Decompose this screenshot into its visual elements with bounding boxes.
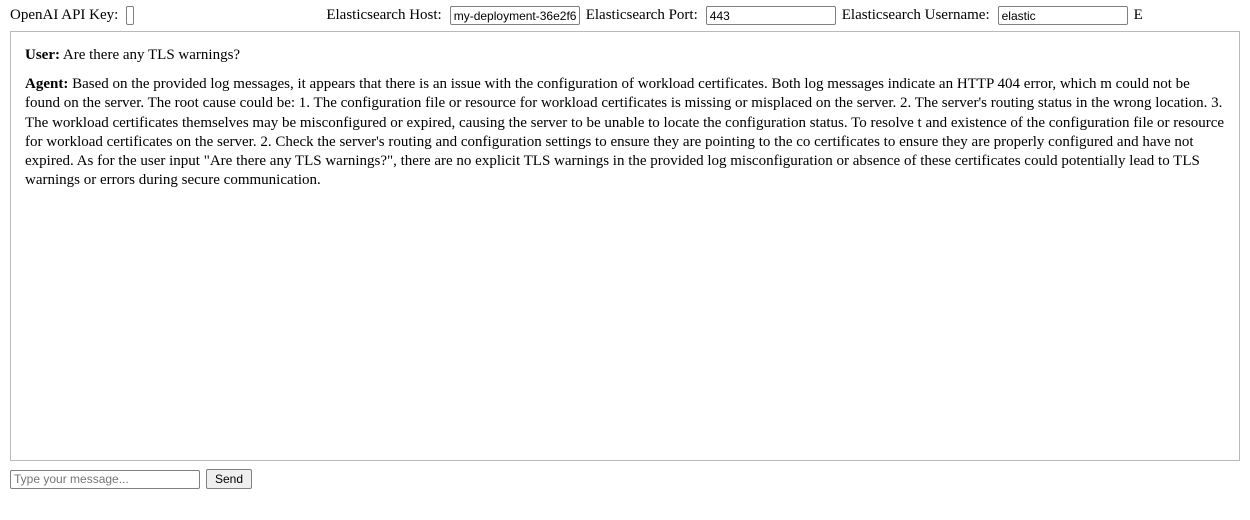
openai-api-key-label: OpenAI API Key:: [10, 7, 118, 24]
openai-api-key-input[interactable]: [126, 6, 134, 25]
chat-panel: User: Are there any TLS warnings? Agent:…: [10, 31, 1240, 461]
user-message-text: Are there any TLS warnings?: [60, 47, 240, 63]
es-username-label: Elasticsearch Username:: [842, 7, 990, 24]
user-message: User: Are there any TLS warnings?: [25, 46, 1225, 65]
agent-message-text: Based on the provided log messages, it a…: [25, 76, 1224, 188]
es-host-input[interactable]: [450, 6, 580, 25]
es-username-input[interactable]: [998, 6, 1128, 25]
es-trailing-label-fragment: E: [1134, 7, 1143, 24]
es-port-input[interactable]: [706, 6, 836, 25]
es-host-label: Elasticsearch Host:: [326, 7, 441, 24]
config-bar: OpenAI API Key: Elasticsearch Host: Elas…: [10, 6, 1240, 25]
es-port-label: Elasticsearch Port:: [586, 7, 698, 24]
agent-message: Agent: Based on the provided log message…: [25, 75, 1225, 190]
agent-role-label: Agent:: [25, 76, 68, 92]
user-role-label: User:: [25, 47, 60, 63]
send-button[interactable]: Send: [206, 469, 252, 489]
composer: Send: [10, 469, 1240, 489]
message-input[interactable]: [10, 470, 200, 489]
